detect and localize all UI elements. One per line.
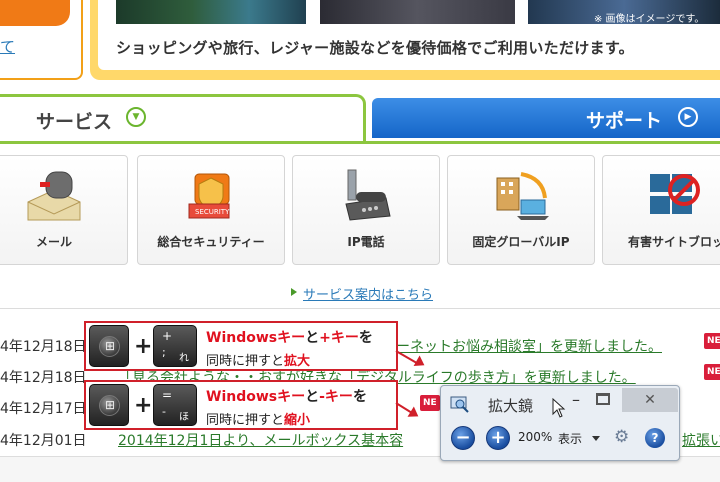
- plus-sign: +: [134, 393, 153, 418]
- magnifier-title: 拡大鏡: [488, 397, 534, 415]
- maximize-button[interactable]: [596, 393, 610, 405]
- promo-photo-1: [116, 0, 306, 24]
- new-badge: NE: [420, 395, 440, 411]
- key-top-char: =: [162, 388, 173, 402]
- callout-windows-key: Windowsキー: [206, 389, 306, 405]
- service-tile-label: 固定グローバルIP: [472, 235, 570, 249]
- top-left-link[interactable]: て: [0, 36, 15, 57]
- ip-phone-icon: [345, 169, 391, 221]
- circle-chevron-down-icon: ▼: [126, 107, 146, 127]
- callout-press-together: 同時に押すと: [206, 354, 285, 369]
- service-tile-label: メール: [35, 235, 72, 249]
- plus-key: + ; れ: [153, 325, 197, 367]
- news-date: 4年12月18日: [0, 370, 87, 386]
- tab-support[interactable]: [372, 98, 720, 138]
- circle-chevron-right-icon: ▶: [678, 107, 698, 127]
- svg-text:SECURITY: SECURITY: [195, 208, 230, 216]
- callout-text: Windowsキーと+キーを 同時に押すと拡大: [206, 327, 373, 369]
- chevron-down-icon[interactable]: [592, 436, 600, 441]
- callout-and: と: [305, 330, 320, 346]
- image-note: ※ 画像はイメージです。: [594, 14, 705, 25]
- windows-logo-icon: ⊞: [99, 395, 120, 416]
- callout-minus-key: -キー: [319, 389, 353, 405]
- news-link[interactable]: ーネットお悩み相談室」を更新しました。: [396, 336, 662, 356]
- block-site-icon: [650, 174, 700, 214]
- minus-key: = - ほ: [153, 384, 197, 426]
- service-tile-label: 総合セキュリティー: [157, 235, 265, 249]
- key-kana-char: れ: [179, 353, 189, 364]
- key-mid-char: -: [162, 405, 166, 418]
- link-arrow-icon: [291, 288, 297, 296]
- news-date: 4年12月18日: [0, 339, 87, 355]
- callout-zoom-in: ⊞ + + ; れ Windowsキーと+キーを 同時に押すと拡大: [84, 321, 398, 371]
- callout-windows-key: Windowsキー: [206, 330, 306, 346]
- callout-action: 拡大: [284, 354, 311, 369]
- service-tile-label: 有害サイトブロッ: [627, 235, 720, 249]
- plus-sign: +: [134, 334, 153, 359]
- service-tile-ip-phone[interactable]: IP電話: [292, 155, 440, 265]
- zoom-in-button[interactable]: +: [486, 426, 510, 450]
- news-date: 4年12月17日: [0, 401, 87, 417]
- promo-text: ショッピングや旅行、レジャー施設などを優待価格でご利用いただけます。: [116, 39, 634, 57]
- service-tile-global-ip[interactable]: 固定グローバルIP: [447, 155, 595, 265]
- gear-icon[interactable]: ⚙: [614, 428, 632, 446]
- windows-logo-icon: ⊞: [99, 336, 120, 357]
- divider: [0, 308, 720, 309]
- callout-zoom-out: ⊞ + = - ほ Windowsキーと-キーを 同時に押すと縮小: [84, 380, 398, 430]
- tab-service-label: サービス: [36, 111, 113, 133]
- service-guide-link[interactable]: サービス案内はこちら: [303, 284, 433, 303]
- global-ip-icon: [496, 172, 549, 220]
- news-link-suffix[interactable]: 拡張い: [682, 430, 720, 450]
- service-tile-security[interactable]: SECURITY 総合セキュリティー: [137, 155, 285, 265]
- new-badge: NE: [704, 333, 720, 349]
- tab-underline: [0, 141, 720, 144]
- mouse-cursor-icon: [552, 398, 566, 418]
- callout-action: 縮小: [284, 413, 311, 428]
- windows-key: ⊞: [89, 384, 129, 426]
- view-menu[interactable]: 表示: [558, 430, 582, 447]
- security-icon: SECURITY: [188, 173, 230, 219]
- key-mid-char: ;: [162, 346, 166, 359]
- new-badge: NE: [704, 364, 720, 380]
- close-button[interactable]: ✕: [622, 388, 678, 412]
- mailbox-icon: [27, 171, 81, 221]
- promo-photo-2: [320, 0, 515, 24]
- zoom-out-button[interactable]: −: [451, 426, 475, 450]
- key-top-char: +: [162, 329, 173, 343]
- key-kana-char: ほ: [179, 412, 189, 423]
- windows-key: ⊞: [89, 325, 129, 367]
- help-icon[interactable]: ?: [645, 428, 665, 448]
- top-left-orange-button[interactable]: [0, 0, 70, 26]
- news-date: 4年12月01日: [0, 433, 87, 449]
- magnifier-app-icon: [450, 396, 469, 413]
- service-tile-label: IP電話: [347, 235, 385, 249]
- callout-wo: を: [352, 389, 367, 405]
- callout-and: と: [305, 389, 320, 405]
- callout-press-together: 同時に押すと: [206, 413, 285, 428]
- callout-plus-key: +キー: [319, 330, 359, 346]
- tab-support-label: サポート: [586, 110, 663, 132]
- service-tile-mail[interactable]: メール: [0, 155, 128, 265]
- zoom-level: 200%: [518, 430, 553, 444]
- news-link[interactable]: 2014年12月1日より、メールボックス基本容: [118, 430, 436, 450]
- minimize-button[interactable]: –: [566, 390, 586, 409]
- callout-text: Windowsキーと-キーを 同時に押すと縮小: [206, 386, 367, 428]
- callout-wo: を: [358, 330, 373, 346]
- service-tile-block-site[interactable]: 有害サイトブロッ: [602, 155, 720, 265]
